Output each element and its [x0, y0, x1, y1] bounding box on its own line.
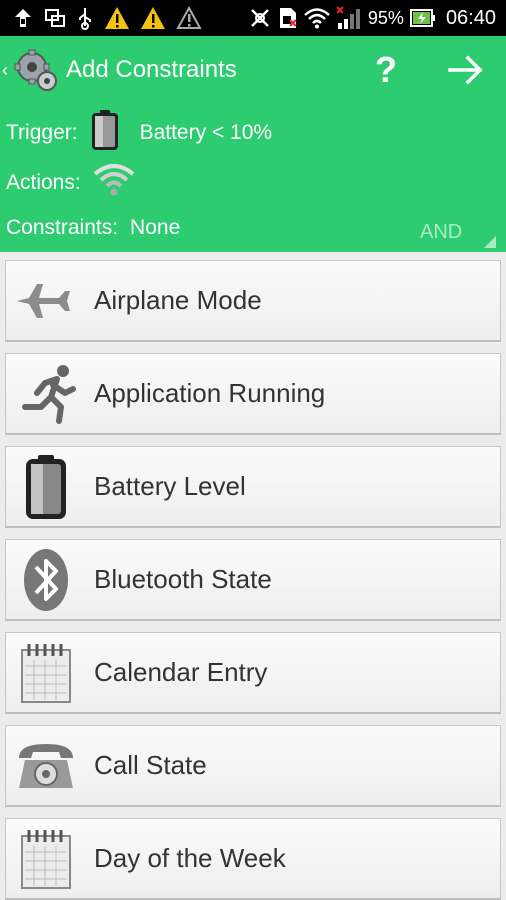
usb-debug-icon: [12, 7, 34, 29]
actions-label: Actions:: [6, 171, 81, 194]
wifi-icon: [93, 162, 135, 204]
list-item-label: Airplane Mode: [94, 285, 262, 315]
running-person-icon: [6, 354, 86, 434]
list-item-day-of-the-week[interactable]: Day of the Week: [5, 818, 501, 900]
airplane-icon: [6, 261, 86, 341]
telephone-icon: [6, 726, 86, 806]
list-item-call-state[interactable]: Call State: [5, 725, 501, 807]
list-item-bluetooth-state[interactable]: Bluetooth State: [5, 539, 501, 621]
list-item-battery-level[interactable]: Battery Level: [5, 446, 501, 528]
list-item-label: Calendar Entry: [94, 657, 268, 687]
signal-icon: [336, 6, 362, 30]
list-item-application-running[interactable]: Application Running: [5, 353, 501, 435]
calendar-icon: [6, 633, 86, 713]
sim-card-icon: [278, 6, 298, 30]
page-title: Add Constraints: [66, 56, 237, 83]
calendar-icon: [6, 819, 86, 899]
logic-and-button[interactable]: AND: [414, 216, 496, 248]
screen-mirror-icon: [44, 7, 66, 29]
macro-summary: Trigger: Battery < 10% Actions: Constrai…: [0, 104, 506, 252]
battery-percent: 95%: [367, 7, 404, 28]
help-button[interactable]: ?: [346, 36, 426, 104]
warning-icon: [176, 6, 202, 30]
constraints-label: Constraints:: [6, 216, 119, 239]
arrow-right-icon: [448, 55, 483, 85]
list-item-label: Battery Level: [94, 471, 246, 501]
status-bar: 95% 06:40: [0, 0, 506, 36]
action-bar: ‹ Add Constraints ?: [0, 36, 506, 104]
gears-app-icon[interactable]: [14, 47, 60, 93]
next-button[interactable]: [426, 36, 506, 104]
wifi-icon: [304, 7, 330, 29]
list-item-label: Day of the Week: [94, 843, 286, 873]
trigger-label: Trigger:: [6, 121, 78, 144]
list-item-label: Bluetooth State: [94, 564, 272, 594]
battery-icon: [90, 109, 120, 157]
clock: 06:40: [445, 6, 496, 29]
bluetooth-icon: [6, 540, 86, 620]
constraints-value: None: [130, 216, 181, 239]
constraints-row: Constraints: None: [6, 210, 180, 246]
trigger-value: Battery < 10%: [139, 121, 273, 144]
list-item-label: Call State: [94, 750, 207, 780]
battery-icon: [6, 447, 86, 527]
usb-icon: [76, 6, 94, 30]
battery-charging-icon: [409, 8, 436, 28]
list-item-label: Application Running: [94, 378, 326, 408]
warning-icon: [140, 6, 166, 30]
actions-row[interactable]: Actions:: [6, 160, 135, 206]
warning-icon: [104, 6, 130, 30]
nfc-off-icon: [248, 6, 272, 30]
constraint-list[interactable]: Airplane Mode Application Running Batter…: [0, 252, 506, 900]
trigger-row[interactable]: Trigger: Battery < 10%: [6, 110, 272, 156]
list-item-airplane-mode[interactable]: Airplane Mode: [5, 260, 501, 342]
back-chevron-icon[interactable]: ‹: [2, 60, 12, 81]
list-item-calendar-entry[interactable]: Calendar Entry: [5, 632, 501, 714]
